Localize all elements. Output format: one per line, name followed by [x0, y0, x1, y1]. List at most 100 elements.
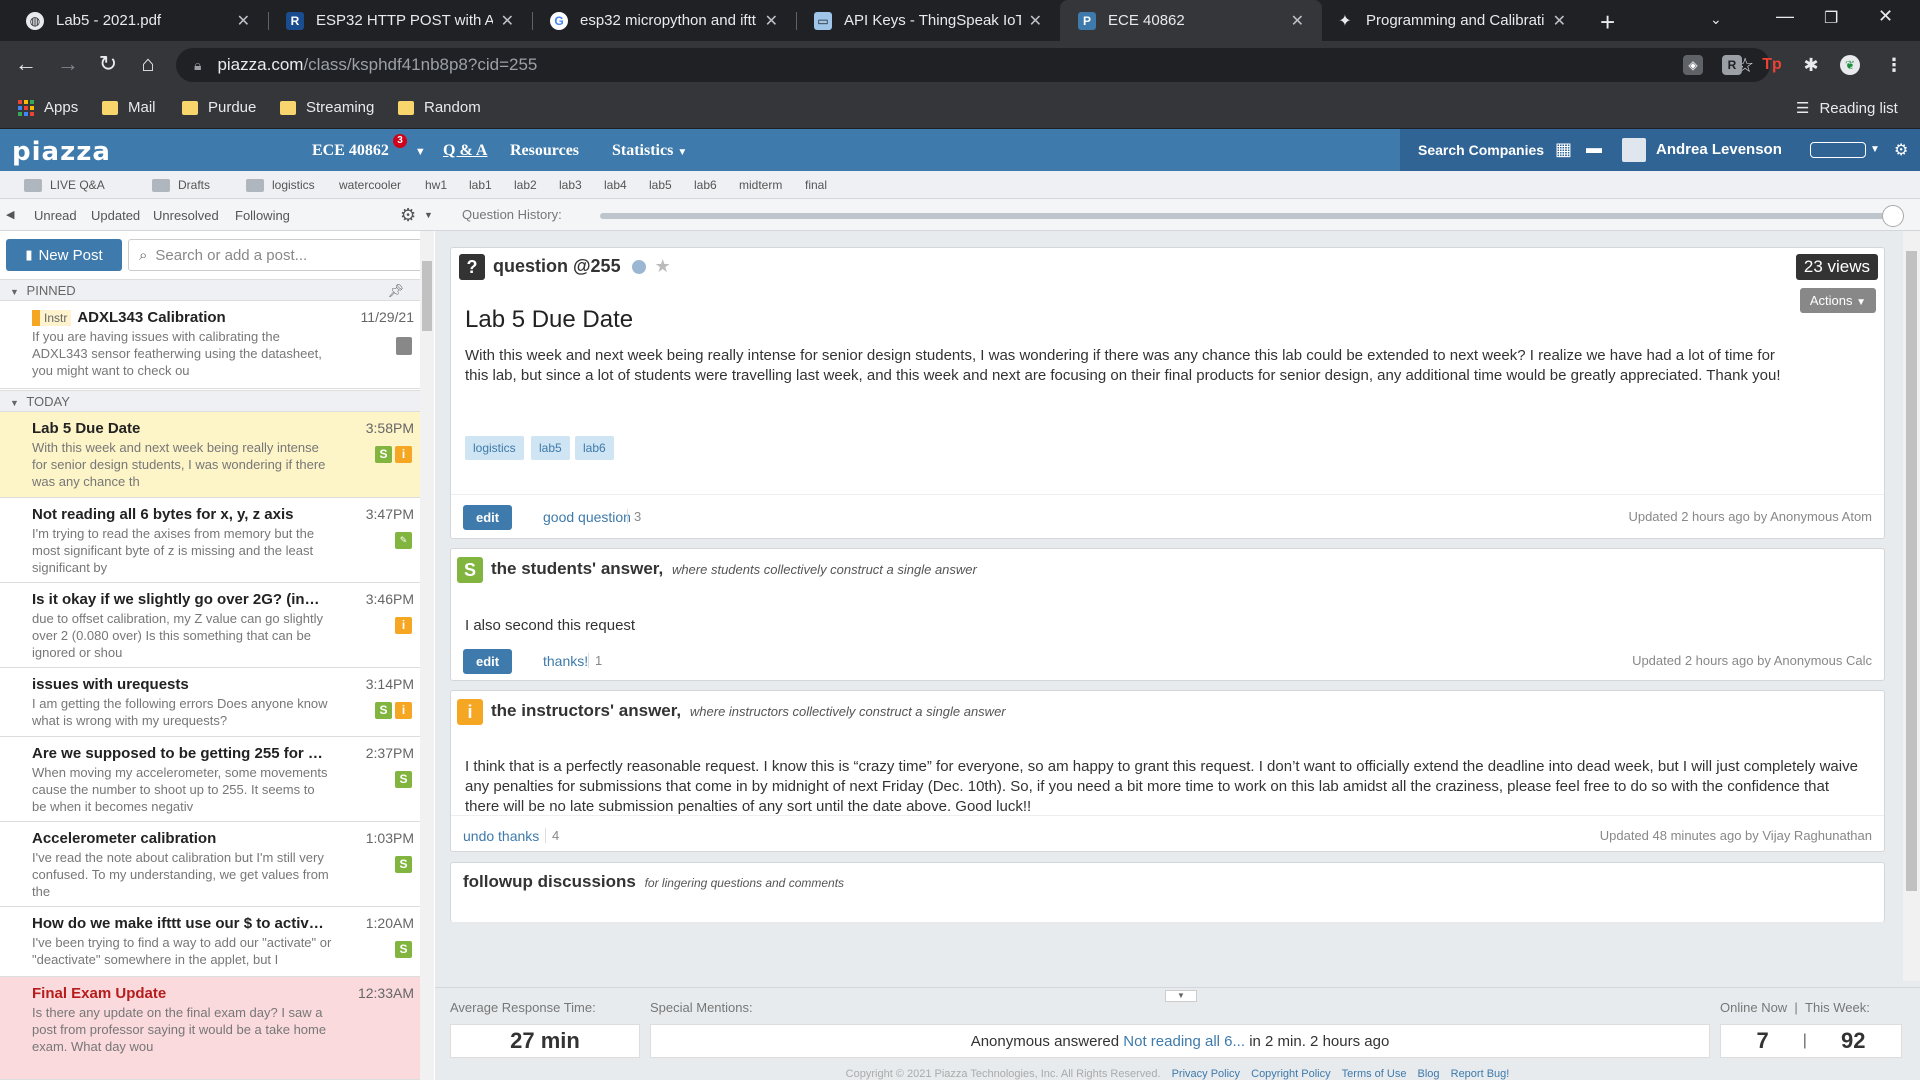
reload-icon[interactable]: ↻ [94, 51, 122, 77]
scrollbar-thumb[interactable] [1906, 251, 1917, 891]
folder-lab3[interactable]: lab3 [559, 178, 582, 192]
filter-following[interactable]: Following [235, 208, 290, 223]
scrollbar-thumb[interactable] [422, 261, 432, 331]
extension-r-icon[interactable]: R [1722, 55, 1742, 75]
browser-tab-esp32-http[interactable]: R ESP32 HTTP POST with Ard ✕ [268, 0, 532, 41]
bookmark-purdue[interactable]: Purdue [182, 99, 256, 116]
today-section-header[interactable]: ▼ TODAY [0, 390, 420, 412]
close-tab-icon[interactable]: ✕ [237, 11, 250, 31]
folder-watercooler[interactable]: watercooler [339, 178, 401, 192]
message-icon[interactable]: ▬ [1586, 140, 1602, 158]
pinned-section-header[interactable]: ▼ PINNED 📌︎ [0, 279, 420, 301]
browser-tab-piazza[interactable]: P ECE 40862 ✕ [1060, 0, 1322, 41]
folder-lab5[interactable]: lab5 [649, 178, 672, 192]
collapse-sidebar-icon[interactable]: ◀ [6, 208, 14, 221]
browser-menu-icon[interactable]: ⋮ [1884, 55, 1904, 75]
collapse-stats-icon[interactable]: ▼ [1165, 990, 1197, 1002]
folder-logistics[interactable]: logistics [246, 178, 315, 192]
back-arrow-icon[interactable]: ← [12, 51, 40, 77]
post-item-ifttt[interactable]: How do we make ifttt use our $ to activ…… [0, 907, 420, 977]
search-companies-link[interactable]: Search Companies [1418, 142, 1544, 158]
settings-gear-icon[interactable]: ⚙ [400, 205, 416, 226]
folder-drafts[interactable]: Drafts [152, 178, 210, 192]
question-history-knob[interactable] [1882, 205, 1904, 227]
filter-updated[interactable]: Updated [91, 208, 140, 223]
folder-lab6[interactable]: lab6 [694, 178, 717, 192]
good-question-button[interactable]: good question [543, 509, 631, 525]
blog-link[interactable]: Blog [1418, 1068, 1440, 1080]
folder-lab1[interactable]: lab1 [469, 178, 492, 192]
browser-tab-programming[interactable]: ✦ Programming and Calibrati ✕ [1322, 0, 1584, 41]
watch-icon[interactable] [631, 260, 646, 275]
extension-shield-icon[interactable]: ◈ [1683, 55, 1703, 75]
browser-tab-thingspeak[interactable]: ▭ API Keys - ThingSpeak IoT ✕ [796, 0, 1060, 41]
home-icon[interactable]: ⌂ [134, 51, 162, 77]
close-tab-icon[interactable]: ✕ [765, 11, 778, 31]
post-item-not-reading[interactable]: Not reading all 6 bytes for x, y, z axis… [0, 498, 420, 583]
folder-final[interactable]: final [805, 178, 827, 192]
folder-midterm[interactable]: midterm [739, 178, 782, 192]
gear-icon[interactable]: ⚙ [1894, 140, 1908, 160]
folder-lab4[interactable]: lab4 [604, 178, 627, 192]
close-tab-icon[interactable]: ✕ [1553, 11, 1566, 31]
close-window-icon[interactable]: ✕ [1878, 6, 1893, 27]
edit-question-button[interactable]: edit [463, 505, 513, 530]
post-item-255[interactable]: Are we supposed to be getting 255 for … … [0, 737, 420, 822]
piazza-logo[interactable]: piazza [12, 137, 111, 167]
account-dropdown[interactable] [1810, 142, 1866, 158]
tab-search-chevron-icon[interactable]: ⌄ [1710, 11, 1722, 28]
forward-arrow-icon[interactable]: → [54, 51, 82, 77]
post-item-accelerometer-calibration[interactable]: Accelerometer calibration I've read the … [0, 822, 420, 907]
reading-list[interactable]: ☰ Reading list [1796, 99, 1898, 118]
post-item-over-2g[interactable]: Is it okay if we slightly go over 2G? (i… [0, 583, 420, 668]
filter-unread[interactable]: Unread [34, 208, 77, 223]
close-tab-icon[interactable]: ✕ [1029, 11, 1042, 31]
bookmark-streaming[interactable]: Streaming [280, 99, 374, 116]
bookmark-random[interactable]: Random [398, 99, 481, 116]
nav-qa[interactable]: Q & A [443, 142, 487, 160]
folder-lab2[interactable]: lab2 [514, 178, 537, 192]
undo-thanks-button[interactable]: undo thanks [463, 828, 539, 844]
post-item-final-exam[interactable]: Final Exam Update Is there any update on… [0, 977, 420, 1080]
thanks-button[interactable]: thanks! [543, 653, 588, 669]
tag-logistics[interactable]: logistics [465, 436, 524, 460]
close-tab-icon[interactable]: ✕ [501, 11, 514, 31]
user-avatar[interactable] [1622, 138, 1646, 162]
address-bar[interactable]: 🔒︎ piazza.com/class/ksphdf41nb8p8?cid=25… [176, 48, 1770, 82]
browser-tab-google-search[interactable]: G esp32 micropython and iftt ✕ [532, 0, 796, 41]
sidebar-scrollbar[interactable] [420, 231, 434, 1080]
profile-avatar-icon[interactable]: ❦ [1840, 55, 1860, 75]
course-dropdown[interactable]: ECE 40862 ▼ [312, 142, 426, 160]
question-history-slider[interactable] [600, 213, 1900, 219]
privacy-policy-link[interactable]: Privacy Policy [1172, 1068, 1240, 1080]
post-item-lab5-due-date[interactable]: Lab 5 Due Date With this week and next w… [0, 412, 420, 498]
copyright-policy-link[interactable]: Copyright Policy [1251, 1068, 1330, 1080]
report-bug-link[interactable]: Report Bug! [1451, 1068, 1510, 1080]
favorite-star-icon[interactable]: ★ [655, 256, 671, 276]
mention-post-link[interactable]: Not reading all 6... [1123, 1033, 1245, 1050]
browser-tab-lab5[interactable]: ◍ Lab5 - 2021.pdf ✕ [0, 0, 268, 41]
close-tab-icon[interactable]: ✕ [1291, 11, 1304, 31]
terms-of-use-link[interactable]: Terms of Use [1342, 1068, 1407, 1080]
bookmark-apps[interactable]: Apps [18, 99, 78, 116]
pinned-post[interactable]: Instr ADXL343 Calibration If you are havi… [0, 301, 420, 389]
calendar-icon[interactable]: ▦ [1555, 139, 1572, 160]
search-input[interactable]: ⌕ Search or add a post... [128, 239, 432, 271]
tag-lab6[interactable]: lab6 [575, 436, 614, 460]
folder-hw1[interactable]: hw1 [425, 178, 447, 192]
folder-live-qa[interactable]: LIVE Q&A [24, 178, 105, 192]
restore-icon[interactable]: ❐ [1824, 8, 1838, 28]
post-item-urequests[interactable]: issues with urequests I am getting the f… [0, 668, 420, 737]
nav-resources[interactable]: Resources [510, 142, 579, 160]
tag-lab5[interactable]: lab5 [531, 436, 570, 460]
extension-tp-icon[interactable]: Tp [1762, 55, 1782, 75]
new-post-button[interactable]: ▮ New Post [6, 239, 122, 271]
actions-dropdown[interactable]: Actions ▼ [1799, 288, 1876, 313]
edit-students-answer-button[interactable]: edit [463, 649, 513, 674]
minimize-icon[interactable]: — [1776, 6, 1794, 27]
user-name[interactable]: Andrea Levenson [1656, 141, 1782, 158]
filter-unresolved[interactable]: Unresolved [153, 208, 219, 223]
bookmark-mail[interactable]: Mail [102, 99, 156, 116]
extensions-puzzle-icon[interactable]: ✱ [1801, 55, 1821, 75]
nav-statistics[interactable]: Statistics ▼ [612, 142, 687, 160]
